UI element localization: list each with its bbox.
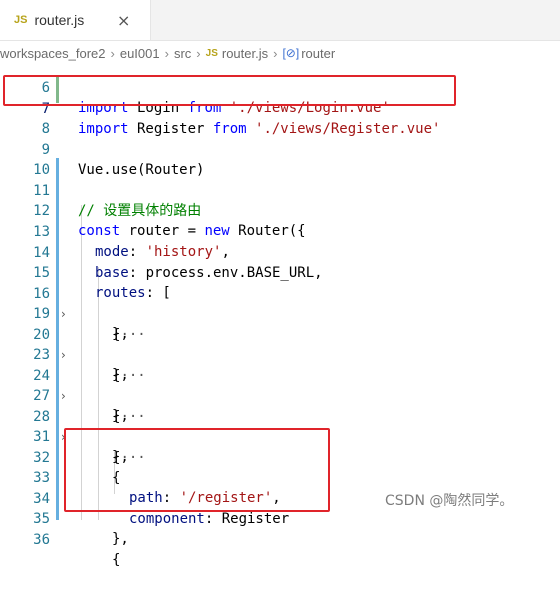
- code-line: 16 › {···: [0, 263, 560, 343]
- code-line: 24 › {···: [0, 345, 560, 425]
- highlight-box-import: [3, 75, 456, 106]
- code-editor[interactable]: 6 import Login from './views/Login.vue' …: [0, 62, 560, 568]
- code-line: 20 › {···: [0, 304, 560, 384]
- code-line: 14 base: process.env.BASE_URL,: [0, 222, 560, 282]
- watermark: CSDN @陶然同学。: [385, 493, 514, 509]
- code-line: 19 },: [0, 283, 560, 343]
- code-line: 12 const router = new Router({: [0, 180, 560, 240]
- line-number: 36: [33, 531, 50, 548]
- code-line: 23 },: [0, 324, 560, 384]
- code-line: 10: [0, 139, 560, 178]
- code-line: 11 // 设置具体的路由: [0, 160, 560, 220]
- tab-label: router.js: [34, 12, 85, 28]
- code-line: 15 routes: [: [0, 242, 560, 302]
- close-icon[interactable]: ×: [117, 11, 130, 30]
- code-line: 31 },: [0, 406, 560, 466]
- highlight-box-route: [64, 428, 330, 512]
- editor-tab-bar: JS router.js ×: [0, 0, 560, 41]
- js-file-icon: JS: [14, 14, 28, 26]
- code-line: 27 },: [0, 365, 560, 425]
- code-line: 9 Vue.use(Router): [0, 119, 560, 179]
- code-line: 28 › {···: [0, 386, 560, 466]
- tab-router-js[interactable]: JS router.js ×: [0, 0, 151, 40]
- code-line: 13 mode: 'history',: [0, 201, 560, 261]
- code-line: 36 {: [0, 509, 560, 569]
